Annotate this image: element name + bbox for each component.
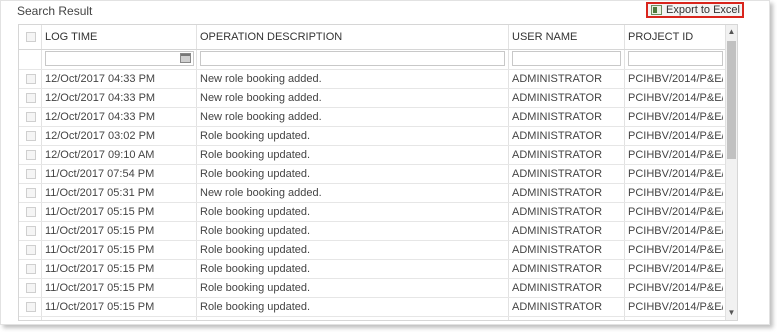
table-row[interactable]: 12/Oct/2017 03:02 PM Role booking updated… [19, 127, 725, 146]
row-checkbox[interactable] [26, 112, 36, 122]
table-row[interactable]: 12/Oct/2017 09:10 AM Role booking updated… [19, 146, 725, 165]
cell-project-id: PCIHBV/2014/P&E/3 [628, 92, 723, 104]
cell-project-id: PCIHBV/2014/P&E/3 [628, 73, 723, 85]
table-row[interactable]: 12/Oct/2017 04:33 PM New role booking add… [19, 70, 725, 89]
column-header-project-id[interactable]: PROJECT ID [628, 25, 723, 49]
cell-project-id: PCIHBV/2014/P&E/3 [628, 130, 723, 142]
user-name-filter-input[interactable] [512, 51, 621, 66]
table-row[interactable]: 11/Oct/2017 05:31 PM New role booking add… [19, 184, 725, 203]
cell-user-name: ADMINISTRATOR [512, 225, 603, 237]
cell-operation-description: New role booking added. [200, 92, 322, 104]
cell-operation-description: Role booking updated. [200, 149, 311, 161]
row-checkbox[interactable] [26, 283, 36, 293]
cell-operation-description: New role booking added. [200, 187, 322, 199]
row-checkbox[interactable] [26, 169, 36, 179]
row-checkbox[interactable] [26, 264, 36, 274]
cell-project-id: PCIHBV/2014/P&E/3 [628, 225, 723, 237]
cell-user-name: ADMINISTRATOR [512, 130, 603, 142]
cell-log-time: 11/Oct/2017 05:15 PM [45, 244, 155, 256]
cell-project-id: PCIHBV/2014/P&E/3 [628, 263, 723, 275]
cell-log-time: 12/Oct/2017 03:02 PM [45, 130, 156, 142]
cell-user-name: ADMINISTRATOR [512, 168, 603, 180]
log-time-filter-input[interactable] [45, 51, 194, 66]
calendar-icon[interactable] [180, 53, 191, 63]
row-divider [19, 316, 725, 317]
table-row[interactable]: 11/Oct/2017 05:15 PM Role booking updated… [19, 222, 725, 241]
cell-log-time: 11/Oct/2017 05:31 PM [45, 187, 155, 199]
cell-user-name: ADMINISTRATOR [512, 282, 603, 294]
vertical-scrollbar[interactable]: ▲ ▼ [725, 25, 737, 320]
cell-operation-description: Role booking updated. [200, 301, 311, 313]
cell-project-id: PCIHBV/2014/P&E/3 [628, 301, 723, 313]
scrollbar-thumb[interactable] [727, 41, 736, 159]
cell-operation-description: Role booking updated. [200, 168, 311, 180]
cell-operation-description: Role booking updated. [200, 206, 311, 218]
select-all-checkbox[interactable] [26, 32, 36, 42]
cell-user-name: ADMINISTRATOR [512, 92, 603, 104]
column-header-user-name[interactable]: USER NAME [512, 25, 622, 49]
row-checkbox[interactable] [26, 245, 36, 255]
cell-operation-description: New role booking added. [200, 111, 322, 123]
operation-description-filter-input[interactable] [200, 51, 505, 66]
cell-user-name: ADMINISTRATOR [512, 206, 603, 218]
project-id-filter-input[interactable] [628, 51, 723, 66]
cell-user-name: ADMINISTRATOR [512, 111, 603, 123]
cell-log-time: 11/Oct/2017 05:15 PM [45, 282, 155, 294]
cell-operation-description: New role booking added. [200, 73, 322, 85]
cell-project-id: PCIHBV/2014/P&E/3 [628, 168, 723, 180]
cell-log-time: 11/Oct/2017 05:15 PM [45, 301, 155, 313]
table-row[interactable]: 12/Oct/2017 04:33 PM New role booking add… [19, 89, 725, 108]
table-row[interactable]: 11/Oct/2017 05:15 PM Role booking updated… [19, 279, 725, 298]
arrow-up-icon[interactable]: ▲ [726, 26, 737, 38]
row-checkbox[interactable] [26, 131, 36, 141]
table-row[interactable]: 11/Oct/2017 05:15 PM Role booking updated… [19, 298, 725, 317]
cell-user-name: ADMINISTRATOR [512, 73, 603, 85]
cell-project-id: PCIHBV/2014/P&E/3 [628, 149, 723, 161]
table-row[interactable]: 11/Oct/2017 05:15 PM Role booking updated… [19, 241, 725, 260]
cell-log-time: 12/Oct/2017 04:33 PM [45, 111, 156, 123]
cell-log-time: 11/Oct/2017 05:15 PM [45, 263, 155, 275]
arrow-down-icon[interactable]: ▼ [726, 307, 737, 319]
row-checkbox[interactable] [26, 302, 36, 312]
cell-log-time: 11/Oct/2017 05:15 PM [45, 206, 155, 218]
cell-user-name: ADMINISTRATOR [512, 149, 603, 161]
cell-project-id: PCIHBV/2014/P&E/3 [628, 244, 723, 256]
table-row[interactable]: 12/Oct/2017 04:33 PM New role booking add… [19, 108, 725, 127]
column-header-operation-description[interactable]: OPERATION DESCRIPTION [200, 25, 500, 49]
panel-title: Search Result [17, 4, 93, 18]
row-checkbox[interactable] [26, 74, 36, 84]
cell-user-name: ADMINISTRATOR [512, 263, 603, 275]
cell-operation-description: Role booking updated. [200, 225, 311, 237]
cell-user-name: ADMINISTRATOR [512, 301, 603, 313]
table-row[interactable]: 11/Oct/2017 05:15 PM Role booking updated… [19, 260, 725, 279]
row-checkbox[interactable] [26, 226, 36, 236]
cell-log-time: 11/Oct/2017 07:54 PM [45, 168, 155, 180]
row-checkbox[interactable] [26, 188, 36, 198]
cell-user-name: ADMINISTRATOR [512, 244, 603, 256]
cell-project-id: PCIHBV/2014/P&E/3 [628, 111, 723, 123]
cell-project-id: PCIHBV/2014/P&E/3 [628, 282, 723, 294]
column-header-log-time[interactable]: LOG TIME [45, 25, 195, 49]
row-checkbox[interactable] [26, 207, 36, 217]
export-to-excel-button[interactable]: Export to Excel [646, 2, 744, 18]
cell-operation-description: Role booking updated. [200, 130, 311, 142]
cell-log-time: 12/Oct/2017 04:33 PM [45, 92, 156, 104]
table-row[interactable]: 11/Oct/2017 07:54 PM Role booking updated… [19, 165, 725, 184]
results-grid: LOG TIME OPERATION DESCRIPTION USER NAME… [18, 24, 738, 321]
row-checkbox[interactable] [26, 150, 36, 160]
excel-icon [651, 5, 662, 15]
cell-operation-description: Role booking updated. [200, 282, 311, 294]
cell-log-time: 12/Oct/2017 09:10 AM [45, 149, 155, 161]
cell-log-time: 12/Oct/2017 04:33 PM [45, 73, 156, 85]
table-row[interactable]: 11/Oct/2017 05:15 PM Role booking updated… [19, 203, 725, 222]
cell-log-time: 11/Oct/2017 05:15 PM [45, 225, 155, 237]
cell-operation-description: Role booking updated. [200, 244, 311, 256]
cell-project-id: PCIHBV/2014/P&E/3 [628, 206, 723, 218]
export-button-label: Export to Excel [666, 4, 740, 16]
search-result-panel: Search Result Export to Excel LOG TIME O… [0, 0, 770, 325]
cell-user-name: ADMINISTRATOR [512, 187, 603, 199]
cell-operation-description: Role booking updated. [200, 263, 311, 275]
cell-project-id: PCIHBV/2014/P&E/3 [628, 187, 723, 199]
row-checkbox[interactable] [26, 93, 36, 103]
